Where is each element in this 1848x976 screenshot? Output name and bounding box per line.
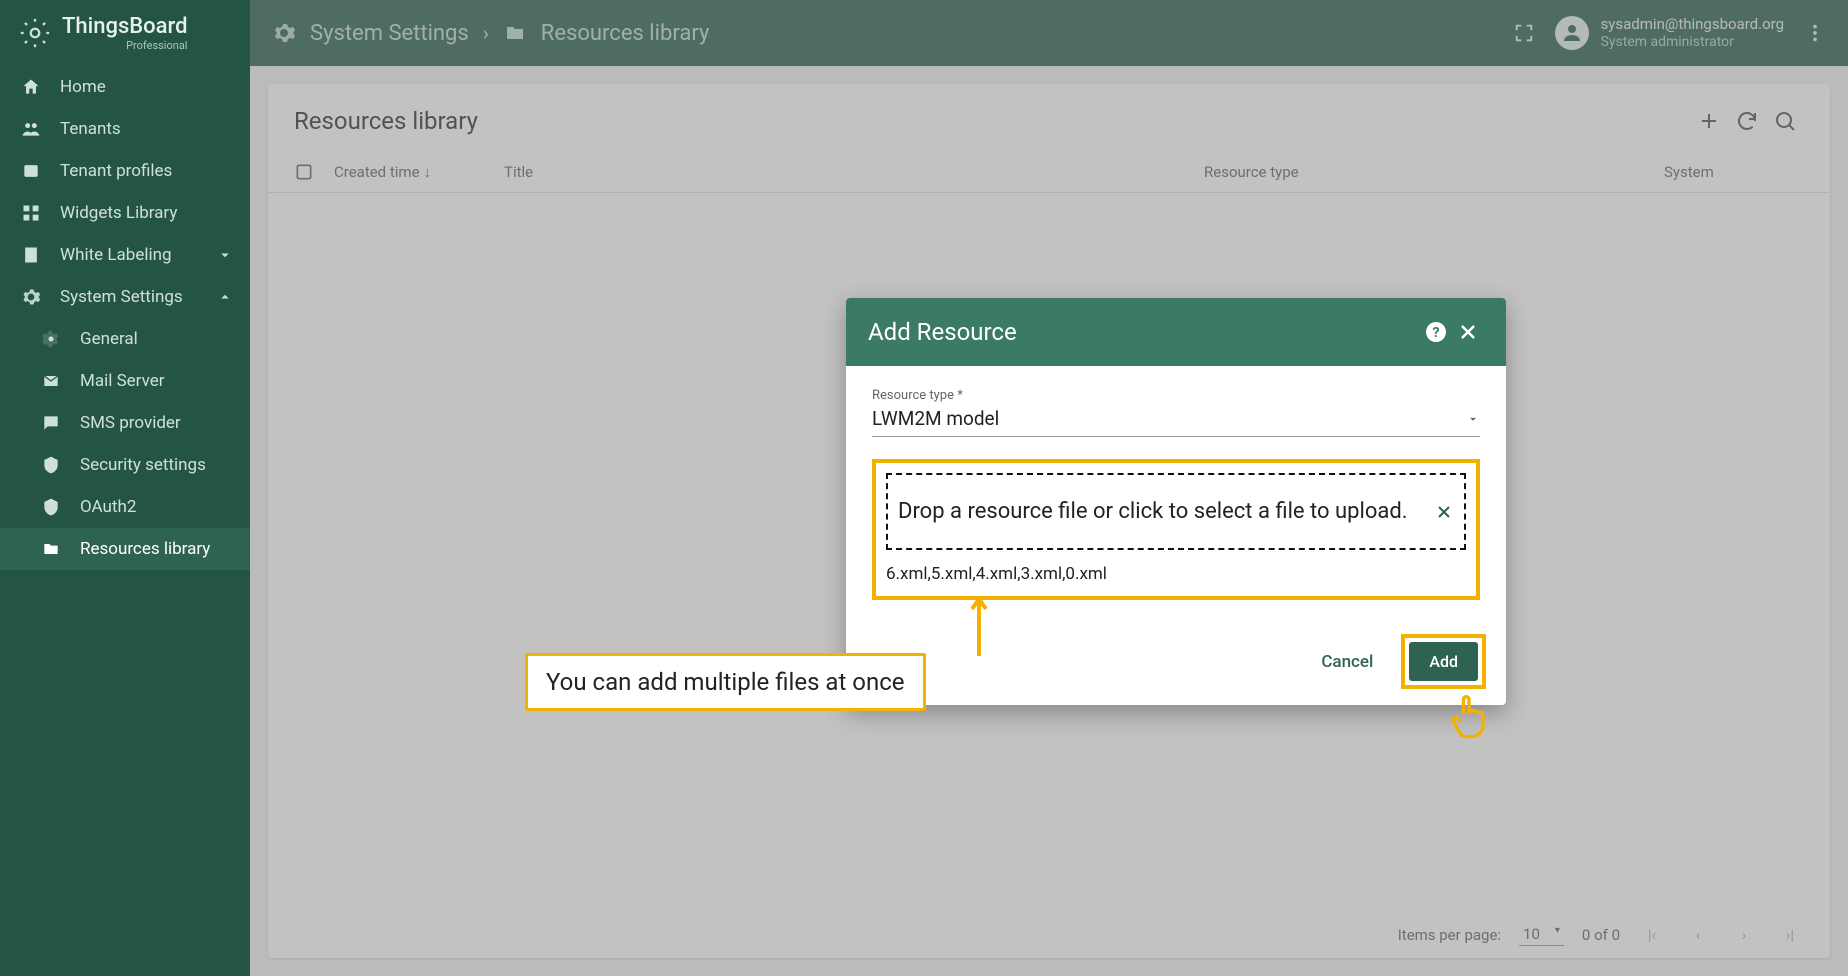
sidebar-label: System Settings bbox=[60, 287, 183, 307]
sidebar-label: General bbox=[80, 329, 138, 349]
home-icon bbox=[20, 76, 42, 98]
brand-name: ThingsBoard bbox=[62, 14, 187, 39]
pointer-hand-icon bbox=[1446, 692, 1492, 744]
clear-file-icon[interactable] bbox=[1434, 502, 1454, 522]
cancel-button[interactable]: Cancel bbox=[1311, 644, 1383, 680]
shield-icon bbox=[40, 454, 62, 476]
close-icon[interactable] bbox=[1452, 316, 1484, 348]
help-icon[interactable]: ? bbox=[1420, 316, 1452, 348]
sidebar-label: SMS provider bbox=[80, 413, 181, 433]
sidebar-item-resources[interactable]: Resources library bbox=[0, 528, 250, 570]
add-button[interactable]: Add bbox=[1409, 642, 1478, 681]
sidebar-item-general[interactable]: General bbox=[0, 318, 250, 360]
chevron-down-icon bbox=[216, 246, 234, 264]
sidebar: ThingsBoard Professional Home Tenants Te… bbox=[0, 0, 250, 976]
sidebar-item-mail[interactable]: Mail Server bbox=[0, 360, 250, 402]
select-value: LWM2M model bbox=[872, 407, 1466, 430]
logo-icon bbox=[18, 16, 52, 50]
resource-type-select[interactable]: LWM2M model bbox=[872, 403, 1480, 437]
chevron-up-icon bbox=[216, 288, 234, 306]
sidebar-item-home[interactable]: Home bbox=[0, 66, 250, 108]
brand-edition: Professional bbox=[62, 39, 187, 52]
sidebar-label: Tenant profiles bbox=[60, 161, 172, 181]
sidebar-item-sms[interactable]: SMS provider bbox=[0, 402, 250, 444]
shield-icon bbox=[40, 496, 62, 518]
people-icon bbox=[20, 118, 42, 140]
sidebar-item-tenants[interactable]: Tenants bbox=[0, 108, 250, 150]
svg-text:?: ? bbox=[1433, 325, 1440, 341]
sidebar-item-oauth2[interactable]: OAuth2 bbox=[0, 486, 250, 528]
modal-title: Add Resource bbox=[868, 318, 1420, 346]
palette-icon bbox=[20, 244, 42, 266]
sidebar-label: OAuth2 bbox=[80, 497, 136, 517]
selected-files: 6.xml,5.xml,4.xml,3.xml,0.xml bbox=[886, 564, 1466, 584]
sidebar-label: Security settings bbox=[80, 455, 206, 475]
sidebar-label: White Labeling bbox=[60, 245, 172, 265]
widgets-icon bbox=[20, 202, 42, 224]
callout-arrow-icon bbox=[964, 591, 994, 661]
sidebar-label: Widgets Library bbox=[60, 203, 177, 223]
add-button-highlight: Add bbox=[1401, 634, 1486, 689]
dropzone-highlight: Drop a resource file or click to select … bbox=[872, 459, 1480, 600]
folder-icon bbox=[40, 538, 62, 560]
logo: ThingsBoard Professional bbox=[0, 0, 250, 66]
sidebar-label: Tenants bbox=[60, 119, 121, 139]
sidebar-label: Resources library bbox=[80, 539, 210, 559]
add-resource-modal: Add Resource ? Resource type * LWM2M mod… bbox=[846, 298, 1506, 705]
sidebar-label: Mail Server bbox=[80, 371, 165, 391]
sidebar-item-system-settings[interactable]: System Settings bbox=[0, 276, 250, 318]
callout-tooltip: You can add multiple files at once bbox=[525, 653, 926, 711]
sms-icon bbox=[40, 412, 62, 434]
mail-icon bbox=[40, 370, 62, 392]
chevron-down-icon bbox=[1466, 412, 1480, 426]
sidebar-item-tenant-profiles[interactable]: Tenant profiles bbox=[0, 150, 250, 192]
sidebar-item-security[interactable]: Security settings bbox=[0, 444, 250, 486]
dropzone-text: Drop a resource file or click to select … bbox=[898, 499, 1426, 524]
gear-icon bbox=[20, 286, 42, 308]
sidebar-item-white-labeling[interactable]: White Labeling bbox=[0, 234, 250, 276]
settings-icon bbox=[40, 328, 62, 350]
resource-type-label: Resource type * bbox=[872, 388, 1480, 403]
sidebar-item-widgets[interactable]: Widgets Library bbox=[0, 192, 250, 234]
badge-icon bbox=[20, 160, 42, 182]
file-dropzone[interactable]: Drop a resource file or click to select … bbox=[886, 473, 1466, 550]
sidebar-label: Home bbox=[60, 77, 106, 97]
